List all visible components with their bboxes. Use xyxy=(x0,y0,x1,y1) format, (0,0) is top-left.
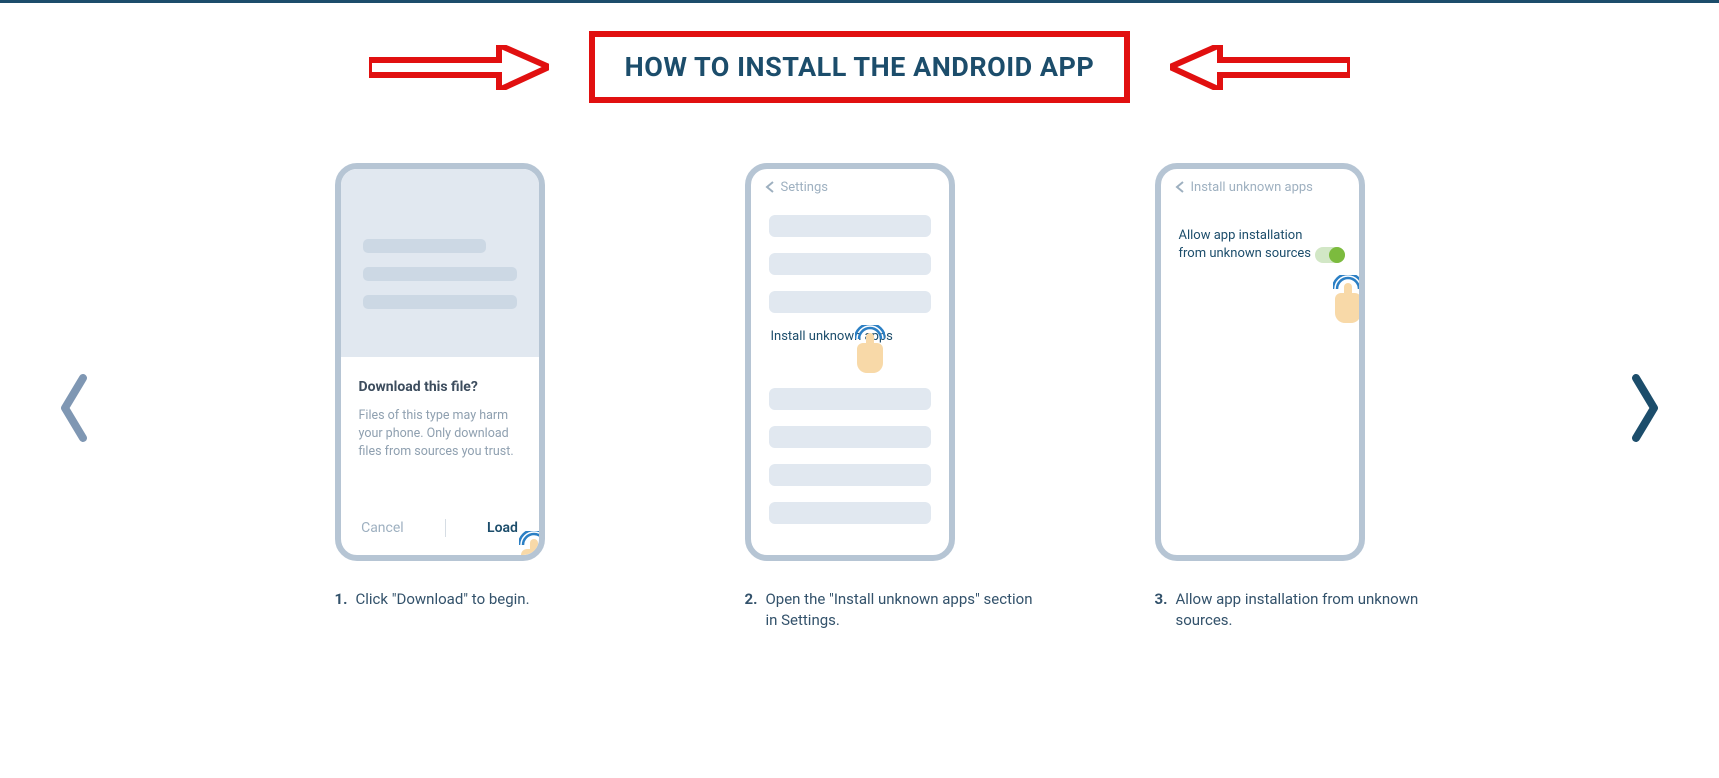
load-button[interactable]: Load xyxy=(487,520,518,536)
tap-hand-icon xyxy=(1329,275,1365,323)
step-1: Download this file? Files of this type m… xyxy=(335,163,565,631)
step-3-phone: Install unknown apps Allow app installat… xyxy=(1155,163,1365,561)
step-1-phone: Download this file? Files of this type m… xyxy=(335,163,545,561)
chevron-left-icon xyxy=(1175,181,1185,193)
step-3-number: 3. xyxy=(1155,589,1168,631)
step-3-caption: Allow app installation from unknown sour… xyxy=(1175,589,1454,631)
install-unknown-apps-header: Install unknown apps xyxy=(1191,180,1313,195)
allow-unknown-sources-toggle[interactable] xyxy=(1315,247,1345,263)
download-dialog-title: Download this file? xyxy=(359,379,521,395)
arrow-right-icon xyxy=(369,45,549,90)
allow-unknown-sources-label: Allow app installation from unknown sour… xyxy=(1179,227,1329,263)
download-dialog-body: Files of this type may harm your phone. … xyxy=(359,407,521,461)
step-3: Install unknown apps Allow app installat… xyxy=(1155,163,1385,631)
step-2-phone: Settings Install unknown apps xyxy=(745,163,955,561)
page-title: HOW TO INSTALL THE ANDROID APP xyxy=(625,51,1095,83)
step-2-number: 2. xyxy=(745,589,758,631)
step-1-number: 1. xyxy=(335,589,348,610)
carousel-prev-button[interactable] xyxy=(55,373,95,447)
step-1-caption: Click "Download" to begin. xyxy=(355,589,529,610)
chevron-left-icon xyxy=(765,181,775,193)
install-unknown-apps-link[interactable]: Install unknown apps xyxy=(771,329,931,344)
arrow-left-icon xyxy=(1170,45,1350,90)
cancel-button[interactable]: Cancel xyxy=(361,520,404,536)
page-title-box: HOW TO INSTALL THE ANDROID APP xyxy=(589,31,1131,103)
step-2-caption: Open the "Install unknown apps" section … xyxy=(765,589,1044,631)
carousel-next-button[interactable] xyxy=(1624,373,1664,447)
settings-header: Settings xyxy=(781,180,828,195)
step-2: Settings Install unknown apps 2. Open th… xyxy=(745,163,975,631)
